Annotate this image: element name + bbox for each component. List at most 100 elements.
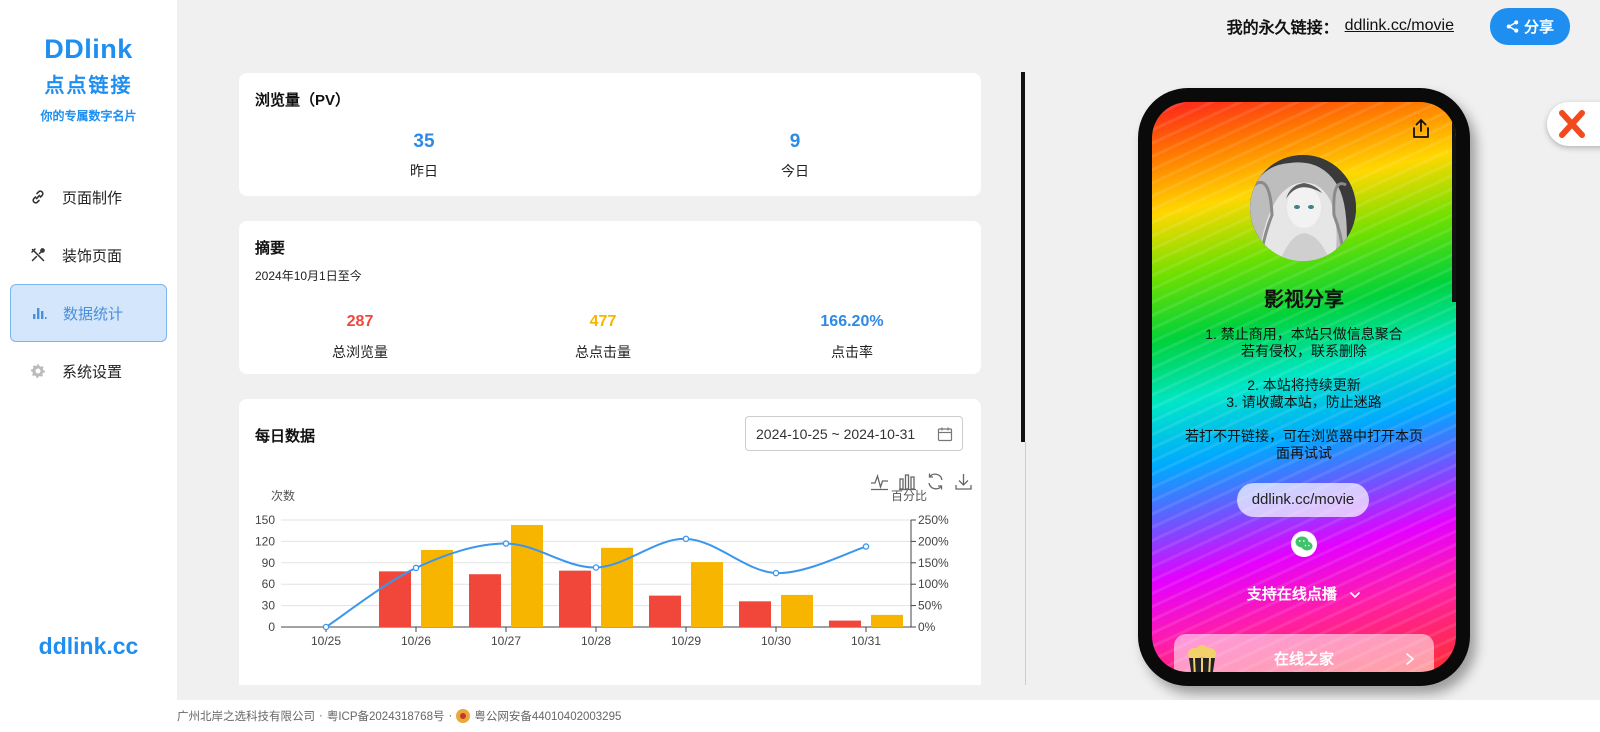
date-range-value: 2024-10-25 ~ 2024-10-31 bbox=[756, 425, 916, 442]
brand-logo[interactable]: DDlink 点点链接 你的专属数字名片 bbox=[0, 0, 177, 124]
link-card-title: 在线之家 bbox=[1273, 651, 1334, 668]
y-axis-right-title: 百分比 bbox=[891, 489, 927, 503]
divider-line bbox=[1025, 442, 1026, 685]
sidebar-item-label: 装饰页面 bbox=[62, 247, 123, 265]
calendar-icon bbox=[937, 427, 953, 442]
chart-point bbox=[502, 540, 510, 547]
chart-bar bbox=[739, 601, 771, 627]
phone-scrollbar[interactable] bbox=[1452, 112, 1456, 302]
x-tick-label: 10/30 bbox=[761, 634, 791, 648]
topbar: 我的永久链接： ddlink.cc/movie 分享 bbox=[1226, 7, 1570, 45]
daily-card: 每日数据 2024-10-25 ~ 2024-10-31 次数 百分比 0 30 60 9… bbox=[239, 399, 981, 685]
y-right-tick-label: 200% bbox=[918, 534, 949, 548]
date-range-picker[interactable]: 2024-10-25 ~ 2024-10-31 bbox=[745, 416, 963, 451]
chart-bar bbox=[649, 595, 681, 627]
chart-bar bbox=[469, 574, 501, 627]
stat-today: 9 今日 bbox=[715, 131, 875, 181]
summary-card: 摘要 2024年10月1日至今 287 总浏览量 477 总点击量 166.20… bbox=[239, 221, 981, 374]
stat-label: 总点击量 bbox=[575, 344, 631, 360]
stat-value: 9 bbox=[789, 131, 801, 152]
sidebar: DDlink 点点链接 你的专属数字名片 页面制作 装饰页面 数据统计 系统设置… bbox=[0, 0, 177, 700]
x-tick-label: 10/29 bbox=[671, 634, 701, 648]
y-right-tick-label: 100% bbox=[918, 577, 949, 591]
police-badge-icon bbox=[456, 709, 471, 723]
profile-title: 影视分享 bbox=[1264, 289, 1344, 311]
y-tick-label: 0 bbox=[268, 620, 275, 634]
chart-bar bbox=[691, 562, 723, 627]
permalink-link[interactable]: ddlink.cc/movie bbox=[1345, 17, 1454, 35]
phone-screen: 影视分享 1. 禁止商用，本站只做信息聚合 若有侵权，联系删除 2. 本站将持续… bbox=[1152, 102, 1456, 672]
footer-company: 广州北岸之选科技有限公司 bbox=[177, 711, 315, 723]
tools-icon bbox=[28, 245, 48, 265]
support-dropdown[interactable]: 支持在线点播 bbox=[1152, 583, 1456, 604]
pv-card-title: 浏览量（PV） bbox=[255, 92, 351, 109]
y-tick-label: 30 bbox=[262, 599, 276, 613]
y-tick-label: 120 bbox=[255, 534, 275, 548]
x-tick-label: 10/26 bbox=[401, 634, 431, 648]
permalink-label: 我的永久链接： bbox=[1226, 20, 1339, 37]
daily-card-title: 每日数据 bbox=[255, 428, 316, 445]
footer-icp[interactable]: 粤ICP备2024318768号 bbox=[327, 708, 445, 724]
gear-icon bbox=[28, 361, 48, 381]
sidebar-item-label: 系统设置 bbox=[62, 363, 123, 381]
chart-point bbox=[322, 623, 330, 631]
brand-name-en: DDlink bbox=[44, 34, 133, 64]
y-axis-title: 次数 bbox=[271, 488, 295, 503]
stat-label: 点击率 bbox=[831, 344, 873, 360]
stat-label: 昨日 bbox=[410, 163, 438, 179]
y-tick-label: 150 bbox=[255, 513, 275, 527]
y-tick-label: 90 bbox=[262, 556, 276, 570]
wechat-icon[interactable] bbox=[1291, 531, 1317, 557]
y-tick-label: 60 bbox=[262, 577, 276, 591]
footer: 广州北岸之选科技有限公司 · 粤ICP备2024318768号 · 粤公网安备4… bbox=[177, 708, 621, 724]
stat-total-views: 287 总浏览量 bbox=[280, 313, 440, 362]
chart-point bbox=[592, 564, 600, 571]
profile-link-pill[interactable]: ddlink.cc/movie bbox=[1237, 483, 1369, 517]
chart-bar bbox=[781, 594, 813, 627]
x-tick-label: 10/31 bbox=[851, 634, 881, 648]
link-icon bbox=[28, 187, 48, 207]
y-right-tick-label: 50% bbox=[918, 599, 942, 613]
sidebar-nav: 页面制作 装饰页面 数据统计 系统设置 bbox=[0, 168, 177, 400]
chart-bar bbox=[559, 570, 591, 627]
daily-chart: 次数 百分比 0 30 60 90 120 150 0% 50% 100% 150% 200% 250% 1… bbox=[255, 488, 949, 648]
phone-preview: 影视分享 1. 禁止商用，本站只做信息聚合 若有侵权，联系删除 2. 本站将持续… bbox=[1138, 88, 1470, 686]
profile-avatar[interactable] bbox=[1250, 155, 1356, 261]
chart-bar bbox=[871, 614, 903, 627]
summary-card-title: 摘要 bbox=[255, 240, 286, 257]
close-button[interactable] bbox=[1547, 102, 1600, 146]
share-button-label: 分享 bbox=[1523, 18, 1554, 36]
chart-point bbox=[862, 543, 870, 550]
chart-point bbox=[772, 569, 780, 577]
brand-tagline: 你的专属数字名片 bbox=[40, 109, 137, 123]
x-tick-label: 10/25 bbox=[311, 634, 341, 648]
link-card[interactable]: 在线之家 bbox=[1174, 634, 1434, 672]
preview-divider[interactable] bbox=[1021, 72, 1025, 442]
chart-bar bbox=[421, 549, 453, 627]
sidebar-item-decorate[interactable]: 装饰页面 bbox=[10, 226, 167, 284]
stat-label: 今日 bbox=[781, 163, 809, 179]
sidebar-item-settings[interactable]: 系统设置 bbox=[10, 342, 167, 400]
site-domain[interactable]: ddlink.cc bbox=[0, 633, 177, 660]
chevron-right-icon bbox=[1406, 653, 1415, 665]
stat-value: 35 bbox=[413, 131, 435, 152]
y-right-tick-label: 250% bbox=[918, 513, 949, 527]
stat-value: 287 bbox=[346, 313, 374, 330]
footer-police[interactable]: 粤公网安备44010402003295 bbox=[474, 708, 621, 724]
profile-text-line: 面再试试 bbox=[1276, 445, 1332, 461]
x-tick-label: 10/27 bbox=[491, 634, 521, 648]
profile-text-line: 若有侵权，联系删除 bbox=[1241, 343, 1367, 359]
chevron-down-icon bbox=[1350, 592, 1360, 599]
sidebar-item-statistics[interactable]: 数据统计 bbox=[10, 284, 167, 342]
profile-text-line: 3. 请收藏本站，防止迷路 bbox=[1226, 394, 1382, 410]
export-icon[interactable] bbox=[1410, 118, 1432, 140]
sidebar-item-label: 页面制作 bbox=[62, 189, 123, 207]
stat-total-clicks: 477 总点击量 bbox=[523, 313, 683, 362]
footer-separator: · bbox=[448, 710, 453, 722]
chart-point bbox=[412, 564, 420, 572]
sidebar-item-page-builder[interactable]: 页面制作 bbox=[10, 168, 167, 226]
share-button[interactable]: 分享 bbox=[1489, 7, 1570, 45]
brand-name-cn: 点点链接 bbox=[44, 75, 133, 97]
close-icon bbox=[1559, 110, 1585, 138]
bar-chart-icon bbox=[29, 303, 49, 323]
